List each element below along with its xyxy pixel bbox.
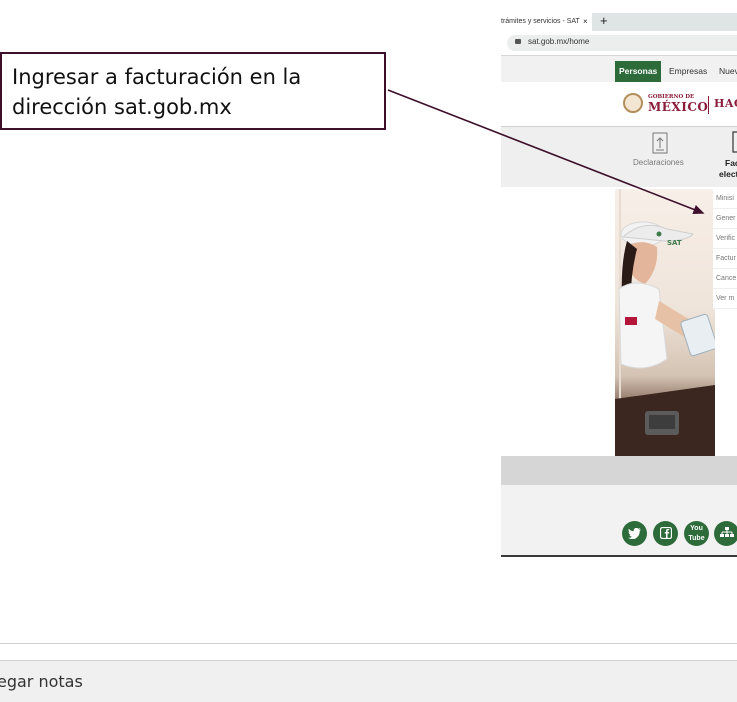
twitter-icon[interactable] [622,521,647,546]
dropdown-item[interactable]: Cance [713,269,737,289]
hero-photo: SAT [615,189,715,456]
gov-line-2: MÉXICO [648,100,709,114]
browser-tab[interactable]: trámites y servicios - SAT [501,13,592,31]
header-divider [708,96,709,114]
close-icon[interactable]: × [583,13,588,31]
site-footer [501,485,737,555]
callout-line-2: dirección sat.gob.mx [12,95,232,119]
factura-dropdown: Minisi Gener Verific Factur Cance Ver m [713,189,737,309]
callout-line-1: Ingresar a facturación en la [12,65,302,89]
twitter-bird-glyph [628,527,641,540]
mexico-seal-icon [623,93,643,113]
factura-icon[interactable] [732,131,737,153]
link-empresas[interactable]: Empresas [665,61,711,82]
annotation-callout: Ingresar a facturación en la dirección s… [0,52,386,130]
hacienda-logo[interactable]: HAC [714,97,737,110]
notes-label[interactable]: egar notas [0,672,83,691]
notes-bar[interactable]: egar notas [0,660,737,702]
dropdown-item[interactable]: Factur [713,249,737,269]
site-top-links: Personas Empresas Nuev [501,56,737,82]
sitemap-glyph [719,527,734,537]
tab-title: trámites y servicios - SAT [501,18,580,25]
link-nuevos[interactable]: Nuev [715,61,737,82]
menu-factura-line-1: Fac [725,158,737,168]
link-personas[interactable]: Personas [615,61,662,82]
dropdown-item[interactable]: Minisi [713,189,737,209]
youtube-icon[interactable]: You Tube [684,521,709,546]
main-menu [501,127,737,187]
lock-icon [515,39,521,44]
menu-declaraciones[interactable]: Declaraciones [633,158,684,167]
notes-separator [0,643,737,644]
gobierno-mexico-logo[interactable]: GOBIERNO DE MÉXICO [648,94,708,113]
menu-factura-line-2: elect [719,169,737,179]
sitemap-icon[interactable] [714,521,737,546]
declaraciones-icon[interactable] [652,132,668,154]
facebook-icon[interactable] [653,521,678,546]
dropdown-item[interactable]: Verific [713,229,737,249]
browser-screenshot: trámites y servicios - SAT × + sat.gob.m… [501,13,737,557]
menu-factura-electronica[interactable]: Fac elect [719,158,737,180]
new-tab-button[interactable]: + [600,13,608,30]
dropdown-item[interactable]: Gener [713,209,737,229]
sat-worker-illustration: SAT [615,189,715,456]
svg-text:SAT: SAT [667,239,682,247]
url-text[interactable]: sat.gob.mx/home [528,35,589,49]
government-header: GOBIERNO DE MÉXICO HAC [501,82,737,127]
tab-bar: trámites y servicios - SAT × + [501,13,737,31]
facebook-glyph [659,526,672,540]
dropdown-item[interactable]: Ver m [713,289,737,309]
gray-stripe [501,456,737,485]
